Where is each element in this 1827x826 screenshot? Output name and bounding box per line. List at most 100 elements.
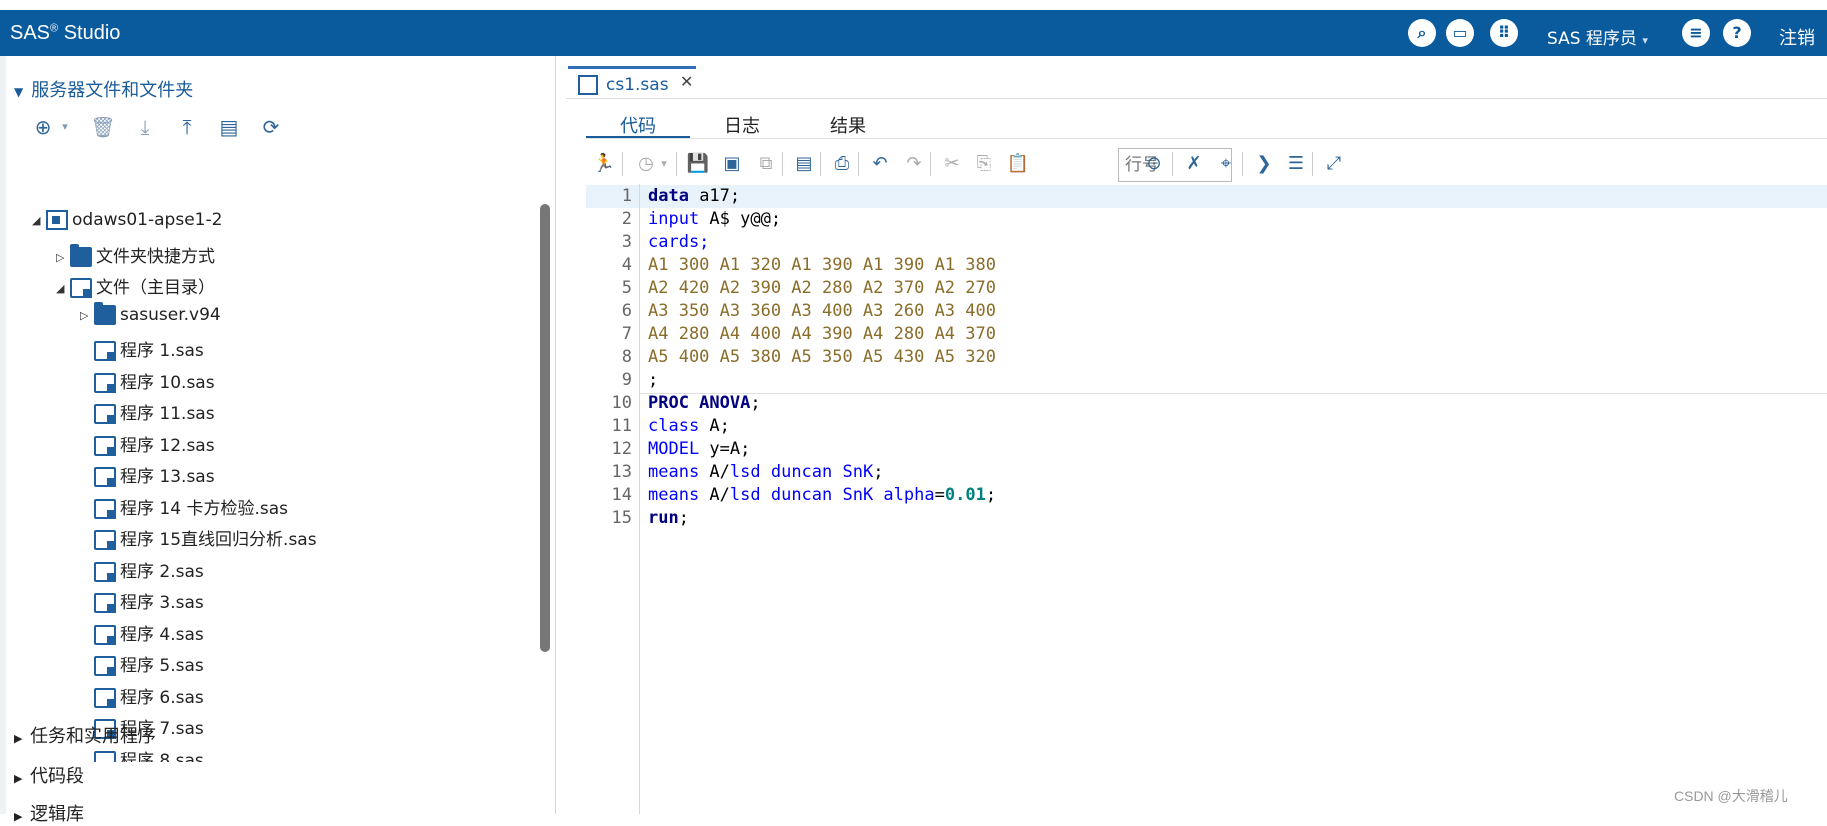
code-line: data a17; [648, 186, 741, 206]
tab-log[interactable]: 日志 [690, 108, 794, 138]
find-icon[interactable]: ⌖ [1214, 152, 1238, 176]
copy-icon[interactable]: ⎘ [972, 152, 996, 176]
sas-file-icon [578, 75, 598, 95]
format-icon[interactable]: ▤ [792, 152, 816, 176]
editor-toolbar: 🏃 ◷ ▾ 💾 ▣ ⧉ ▤ ⎙ ↶ ↷ ✂ ⎘ 📋 ⊙ ✗ ⌖ ❯ ☰ ⤢ [586, 144, 1827, 184]
toolbar-separator [1172, 152, 1173, 176]
tree-file[interactable]: 程序 4.sas [94, 620, 204, 646]
chevron-down-icon[interactable]: ▾ [652, 152, 676, 176]
upload-icon[interactable]: ⤒ [174, 114, 200, 140]
line-number: 12 [611, 439, 632, 459]
toolbar-separator [820, 152, 821, 176]
tree-file[interactable]: 程序 15直线回归分析.sas [94, 525, 317, 551]
tree-file[interactable]: 程序 13.sas [94, 462, 215, 488]
code-line: A4 280 A4 400 A4 390 A4 280 A4 370 [648, 324, 996, 344]
line-number: 11 [611, 416, 632, 436]
paste-icon[interactable]: 📋 [1006, 152, 1030, 176]
go-to-line-icon[interactable]: ⊙ [1142, 152, 1166, 176]
code-line: class A; [648, 416, 730, 436]
section-server-files[interactable]: ▼ 服务器文件和文件夹 [14, 76, 193, 102]
tree-file[interactable]: 程序 5.sas [94, 651, 204, 677]
tree-node-shortcuts[interactable]: ▷ 文件夹快捷方式 [56, 242, 215, 268]
logout-link[interactable]: 注销 [1779, 24, 1815, 50]
tree-file[interactable]: 程序 1.sas [94, 336, 204, 362]
submit-line-icon[interactable]: ❯ [1252, 152, 1276, 176]
search-icon[interactable]: ⌕ [1408, 19, 1436, 47]
tree-scrollbar[interactable] [540, 204, 550, 652]
code-line: A1 300 A1 320 A1 390 A1 390 A1 380 [648, 255, 996, 275]
chevron-down-icon: ▾ [1642, 34, 1648, 47]
section-snippets[interactable]: ▶ 代码段 [14, 762, 84, 788]
sas-file-icon [94, 530, 116, 550]
line-number: 9 [621, 370, 632, 390]
tree-file[interactable]: 程序 12.sas [94, 431, 215, 457]
tree-file[interactable]: 程序 6.sas [94, 683, 204, 709]
step-divider [640, 393, 1827, 394]
tab-cs1[interactable]: cs1.sas ✕ [568, 66, 696, 98]
tree-node-folder[interactable]: ▷ sasuser.v94 [80, 302, 221, 331]
tab-label: cs1.sas [606, 75, 669, 95]
tab-results[interactable]: 结果 [796, 108, 900, 138]
save-as-icon[interactable]: ▣ [720, 152, 744, 176]
help-icon[interactable]: ? [1723, 19, 1751, 47]
copy-file-icon[interactable]: ⧉ [754, 152, 778, 176]
open-icon[interactable]: ▭ [1446, 19, 1474, 47]
delete-icon[interactable]: 🗑 [90, 114, 116, 140]
code-line: A3 350 A3 360 A3 400 A3 260 A3 400 [648, 301, 996, 321]
clear-icon[interactable]: ✗ [1182, 152, 1206, 176]
line-number: 2 [621, 209, 632, 229]
tree-file[interactable]: 程序 2.sas [94, 557, 204, 583]
apps-icon[interactable]: ⠿ [1490, 19, 1518, 47]
maximize-icon[interactable]: ⤢ [1322, 152, 1346, 176]
sas-file-icon [94, 404, 116, 424]
folder-shortcut-icon [70, 244, 92, 267]
tree-file[interactable]: 程序 11.sas [94, 399, 215, 425]
current-line-highlight [586, 185, 1827, 208]
collapse-icon[interactable]: ◢ [56, 282, 70, 295]
close-icon[interactable]: ✕ [680, 72, 693, 91]
chevron-down-icon[interactable]: ▾ [52, 114, 78, 140]
sas-file-icon [94, 593, 116, 613]
tree-file[interactable]: 程序 10.sas [94, 368, 215, 394]
print-icon[interactable]: ⎙ [830, 152, 854, 176]
toolbar-separator [1312, 152, 1313, 176]
indent-icon[interactable]: ☰ [1284, 152, 1308, 176]
sas-file-icon [94, 499, 116, 519]
section-libraries[interactable]: ▶ 逻辑库 [14, 800, 84, 826]
undo-icon[interactable]: ↶ [868, 152, 892, 176]
section-tasks[interactable]: ▶ 任务和实用程序 [14, 722, 156, 748]
refresh-icon[interactable]: ⟳ [258, 114, 284, 140]
tree-file[interactable]: 程序 8.sas [94, 746, 204, 762]
menu-icon[interactable]: ≡ [1682, 19, 1710, 47]
code-line: run; [648, 508, 689, 528]
code-editor[interactable]: 1 2 3 4 5 6 7 8 9 10 11 12 13 14 15 data… [586, 184, 1827, 814]
tree-file[interactable]: 程序 3.sas [94, 588, 204, 614]
sas-file-icon [94, 341, 116, 361]
user-menu[interactable]: SAS 程序员 ▾ [1547, 24, 1648, 49]
properties-icon[interactable]: ▤ [216, 114, 242, 140]
code-line: MODEL y=A; [648, 439, 751, 459]
folder-icon [94, 302, 116, 325]
line-number: 13 [611, 462, 632, 482]
expand-icon[interactable]: ▷ [80, 309, 94, 322]
download-icon[interactable]: ⤓ [132, 114, 158, 140]
tree-node-server[interactable]: ◢ odaws01-apse1-2 [32, 210, 222, 236]
collapse-icon[interactable]: ◢ [32, 214, 46, 227]
line-number: 14 [611, 485, 632, 505]
save-icon[interactable]: 💾 [686, 152, 710, 176]
toolbar-separator [930, 152, 931, 176]
expand-icon[interactable]: ▷ [56, 251, 70, 264]
line-number: 3 [621, 232, 632, 252]
redo-icon[interactable]: ↷ [902, 152, 926, 176]
sas-file-icon [94, 688, 116, 708]
run-icon[interactable]: 🏃 [592, 152, 616, 176]
line-number: 6 [621, 301, 632, 321]
tree-node-home[interactable]: ◢ 文件（主目录） [56, 273, 215, 299]
toolbar-separator [622, 152, 623, 176]
cut-icon[interactable]: ✂ [940, 152, 964, 176]
toolbar-separator [676, 152, 677, 176]
tree-file[interactable]: 程序 14 卡方检验.sas [94, 494, 288, 520]
code-line: A2 420 A2 390 A2 280 A2 370 A2 270 [648, 278, 996, 298]
tab-code[interactable]: 代码 [586, 108, 690, 138]
code-line: PROC ANOVA; [648, 393, 761, 413]
